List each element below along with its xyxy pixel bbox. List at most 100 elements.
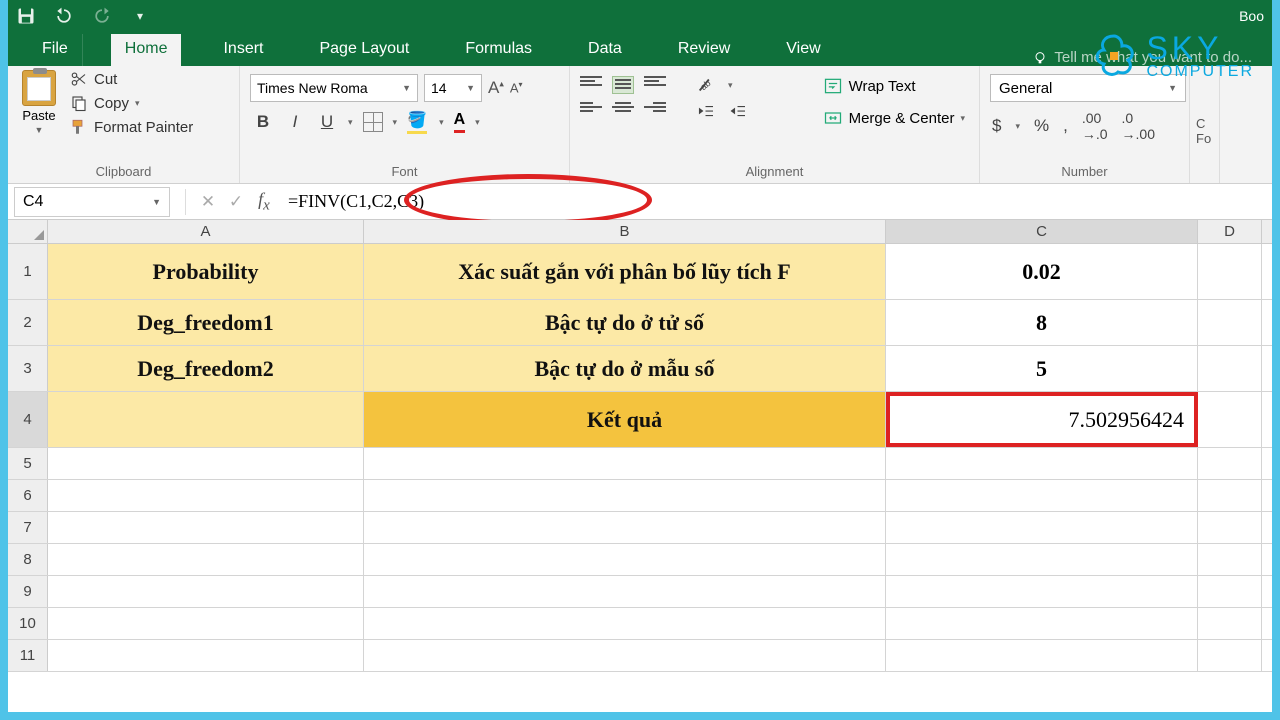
chevron-down-icon[interactable]: ▾ bbox=[348, 117, 353, 128]
undo-icon[interactable] bbox=[54, 6, 74, 26]
cell[interactable] bbox=[1198, 544, 1262, 575]
align-bottom-icon[interactable] bbox=[644, 76, 666, 94]
cell-c3[interactable]: 5 bbox=[886, 346, 1198, 391]
copy-button[interactable]: Copy ▾ bbox=[70, 94, 193, 112]
merge-center-button[interactable]: Merge & Center ▾ bbox=[823, 108, 965, 128]
decrease-decimal-icon[interactable]: .0→.00 bbox=[1122, 110, 1155, 142]
qat-customize-icon[interactable]: ▾ bbox=[130, 6, 150, 26]
cell[interactable] bbox=[1198, 576, 1262, 607]
cell-b3[interactable]: Bậc tự do ở mẫu số bbox=[364, 346, 886, 391]
insert-function-icon[interactable]: fx bbox=[250, 189, 278, 215]
cell[interactable] bbox=[48, 480, 364, 511]
redo-icon[interactable] bbox=[92, 6, 112, 26]
tab-formulas[interactable]: Formulas bbox=[451, 34, 546, 66]
chevron-down-icon[interactable]: ▾ bbox=[728, 80, 733, 91]
cell-b4[interactable]: Kết quả bbox=[364, 392, 886, 447]
font-color-button[interactable]: A bbox=[454, 111, 466, 133]
cell-a1[interactable]: Probability bbox=[48, 244, 364, 299]
row-header[interactable]: 5 bbox=[8, 448, 48, 479]
fill-color-button[interactable]: 🪣 bbox=[407, 110, 429, 134]
chevron-down-icon[interactable]: ▾ bbox=[393, 117, 398, 128]
row-header[interactable]: 9 bbox=[8, 576, 48, 607]
tab-page-layout[interactable]: Page Layout bbox=[305, 34, 423, 66]
percent-format-icon[interactable]: % bbox=[1034, 116, 1049, 136]
cell[interactable] bbox=[1198, 512, 1262, 543]
cell[interactable] bbox=[886, 544, 1198, 575]
save-icon[interactable] bbox=[16, 6, 36, 26]
cell[interactable] bbox=[364, 448, 886, 479]
tab-home[interactable]: Home bbox=[111, 34, 182, 66]
spreadsheet-grid[interactable]: A B C D 1 Probability Xác suất gắn với p… bbox=[8, 220, 1272, 672]
cell[interactable] bbox=[48, 640, 364, 671]
chevron-down-icon[interactable]: ▾ bbox=[475, 117, 480, 128]
formula-input[interactable]: =FINV(C1,C2,C3) bbox=[278, 191, 1272, 212]
cell[interactable] bbox=[364, 512, 886, 543]
cell[interactable] bbox=[1198, 640, 1262, 671]
cell-d1[interactable] bbox=[1198, 244, 1262, 299]
row-header[interactable]: 6 bbox=[8, 480, 48, 511]
cell[interactable] bbox=[886, 448, 1198, 479]
cell-a2[interactable]: Deg_freedom1 bbox=[48, 300, 364, 345]
cell-d3[interactable] bbox=[1198, 346, 1262, 391]
row-header[interactable]: 10 bbox=[8, 608, 48, 639]
col-header-d[interactable]: D bbox=[1198, 220, 1262, 243]
cell[interactable] bbox=[886, 608, 1198, 639]
cell[interactable] bbox=[886, 480, 1198, 511]
align-right-icon[interactable] bbox=[644, 102, 666, 120]
row-header[interactable]: 3 bbox=[8, 346, 48, 391]
cell-a3[interactable]: Deg_freedom2 bbox=[48, 346, 364, 391]
name-box[interactable]: C4 ▼ bbox=[14, 187, 170, 217]
cell-b1[interactable]: Xác suất gắn với phân bố lũy tích F bbox=[364, 244, 886, 299]
col-header-c[interactable]: C bbox=[886, 220, 1198, 243]
increase-indent-icon[interactable] bbox=[728, 102, 750, 120]
orientation-icon[interactable]: ab bbox=[696, 74, 718, 96]
wrap-text-button[interactable]: Wrap Text bbox=[823, 76, 965, 96]
tab-data[interactable]: Data bbox=[574, 34, 636, 66]
row-header[interactable]: 1 bbox=[8, 244, 48, 299]
row-header[interactable]: 7 bbox=[8, 512, 48, 543]
chevron-down-icon[interactable]: ▾ bbox=[1015, 121, 1020, 132]
font-name-dropdown[interactable]: Times New Roma ▼ bbox=[250, 74, 418, 102]
cell-b2[interactable]: Bậc tự do ở tử số bbox=[364, 300, 886, 345]
format-painter-button[interactable]: Format Painter bbox=[70, 118, 193, 136]
font-size-dropdown[interactable]: 14 ▼ bbox=[424, 74, 482, 102]
align-left-icon[interactable] bbox=[580, 102, 602, 120]
cell[interactable] bbox=[886, 640, 1198, 671]
select-all-corner[interactable] bbox=[8, 220, 48, 243]
cell-a4[interactable] bbox=[48, 392, 364, 447]
cell-d2[interactable] bbox=[1198, 300, 1262, 345]
decrease-indent-icon[interactable] bbox=[696, 102, 718, 120]
increase-font-icon[interactable]: A▴ bbox=[488, 78, 504, 98]
enter-formula-icon[interactable]: ✓ bbox=[222, 192, 250, 212]
col-header-a[interactable]: A bbox=[48, 220, 364, 243]
cell[interactable] bbox=[364, 480, 886, 511]
italic-button[interactable]: I bbox=[284, 112, 306, 132]
paste-button[interactable]: Paste ▼ bbox=[14, 70, 64, 162]
row-header[interactable]: 4 bbox=[8, 392, 48, 447]
borders-icon[interactable] bbox=[363, 112, 383, 132]
align-top-icon[interactable] bbox=[580, 76, 602, 94]
cell-c2[interactable]: 8 bbox=[886, 300, 1198, 345]
cell[interactable] bbox=[48, 512, 364, 543]
cell[interactable] bbox=[886, 512, 1198, 543]
tab-review[interactable]: Review bbox=[664, 34, 744, 66]
cancel-formula-icon[interactable]: ✕ bbox=[194, 192, 222, 212]
accounting-format-icon[interactable]: $ bbox=[992, 116, 1001, 136]
row-header[interactable]: 8 bbox=[8, 544, 48, 575]
tab-view[interactable]: View bbox=[772, 34, 834, 66]
cell[interactable] bbox=[48, 448, 364, 479]
chevron-down-icon[interactable]: ▾ bbox=[439, 117, 444, 128]
cell[interactable] bbox=[48, 544, 364, 575]
cell-d4[interactable] bbox=[1198, 392, 1262, 447]
cell-c4[interactable]: 7.502956424 bbox=[886, 392, 1198, 447]
cut-button[interactable]: Cut bbox=[70, 70, 193, 88]
increase-decimal-icon[interactable]: .00→.0 bbox=[1082, 110, 1108, 142]
cell[interactable] bbox=[364, 576, 886, 607]
cell[interactable] bbox=[364, 544, 886, 575]
bold-button[interactable]: B bbox=[252, 112, 274, 132]
underline-button[interactable]: U bbox=[316, 112, 338, 132]
row-header[interactable]: 2 bbox=[8, 300, 48, 345]
tab-file[interactable]: File bbox=[28, 34, 83, 66]
cell[interactable] bbox=[886, 576, 1198, 607]
cell[interactable] bbox=[1198, 480, 1262, 511]
